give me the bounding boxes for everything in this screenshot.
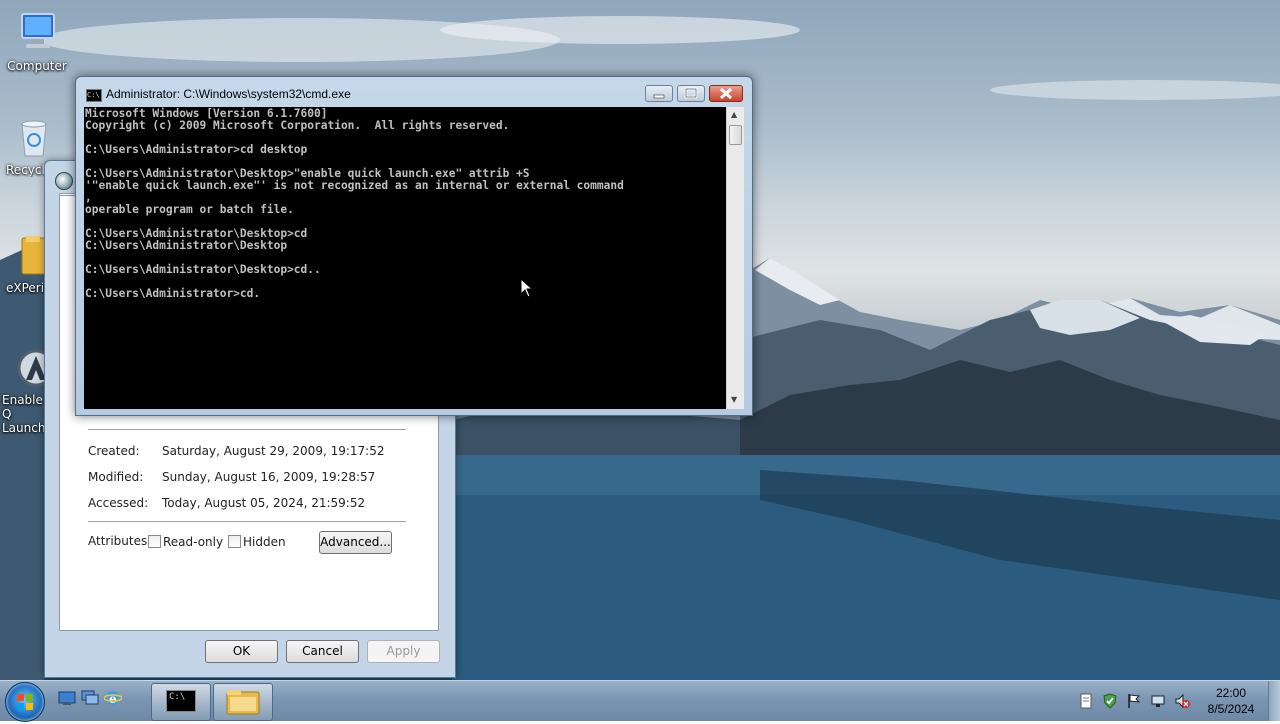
desktop-icon-computer[interactable]: Computer: [0, 8, 74, 73]
desktop-icon-label-line2: Launch: [2, 421, 46, 435]
console-line: '"enable quick launch.exe"' is not recog…: [85, 179, 624, 192]
computer-icon: [0, 8, 74, 57]
readonly-checkbox[interactable]: [148, 535, 161, 548]
notes-tray-icon[interactable]: [1078, 693, 1094, 709]
internet-explorer-icon[interactable]: e: [103, 689, 123, 707]
minimize-button[interactable]: [645, 85, 673, 102]
scroll-up-arrow-icon[interactable]: ▲: [731, 110, 737, 119]
attributes-label: Attributes:: [88, 534, 152, 548]
hidden-checkbox[interactable]: [228, 535, 241, 548]
close-icon: [719, 87, 733, 100]
taskbar-button-cmd[interactable]: C:\: [151, 683, 211, 721]
console-line: Copyright (c) 2009 Microsoft Corporation…: [85, 119, 510, 132]
hidden-label: Hidden: [243, 535, 286, 549]
clock-time: 22:00: [1215, 686, 1247, 700]
modified-label: Modified:: [88, 470, 144, 484]
properties-title-icon: [55, 172, 73, 190]
console-line: C:\Users\Administrator>cd.: [85, 287, 261, 300]
desktop-icon-label: Computer: [7, 59, 67, 73]
taskbar-button-explorer[interactable]: [213, 683, 273, 721]
desktop-icon-recycle-bin[interactable]: Recycle: [0, 118, 50, 177]
divider: [88, 521, 406, 522]
switch-windows-quicklaunch-icon[interactable]: [81, 689, 99, 707]
ok-button[interactable]: OK: [205, 640, 278, 663]
scroll-down-arrow-icon[interactable]: ▼: [731, 395, 737, 404]
cmd-window: C:\ Administrator: C:\Windows\system32\c…: [75, 76, 753, 416]
maximize-button[interactable]: [677, 85, 705, 102]
start-button[interactable]: [5, 682, 45, 722]
system-clock[interactable]: 22:00 8/5/2024: [1196, 685, 1266, 717]
app-logo-icon: [16, 348, 46, 391]
clock-date: 8/5/2024: [1207, 702, 1255, 716]
desktop-icon-enable-quick-launch[interactable]: Enable Q Launch: [0, 348, 46, 435]
console-output[interactable]: Microsoft Windows [Version 6.1.7600] Cop…: [84, 107, 726, 409]
console-line: operable program or batch file.: [85, 203, 294, 216]
console-line: C:\Users\Administrator\Desktop: [85, 239, 288, 252]
accessed-label: Accessed:: [88, 496, 149, 510]
console-line: C:\Users\Administrator>cd desktop: [85, 143, 308, 156]
minimize-icon: [653, 94, 665, 99]
desktop-icon-label: Enable Q: [2, 393, 43, 421]
console-line: C:\Users\Administrator\Desktop>cd..: [85, 263, 321, 276]
apply-button[interactable]: Apply: [367, 640, 440, 663]
folder-icon: [226, 690, 260, 715]
cmd-title-icon: C:\: [86, 89, 102, 102]
action-center-flag-icon[interactable]: [1126, 693, 1142, 709]
desktop: Computer Recycle eXPerie Enable Q Launch…: [0, 0, 1280, 680]
mouse-cursor-icon: [520, 278, 534, 298]
svg-text:e: e: [109, 692, 117, 706]
windows-logo-icon: [17, 694, 33, 710]
volume-muted-icon[interactable]: [1174, 693, 1190, 709]
close-button[interactable]: [709, 85, 743, 102]
created-value: Saturday, August 29, 2009, 19:17:52: [162, 444, 385, 458]
cancel-button[interactable]: Cancel: [286, 640, 359, 663]
show-desktop-button[interactable]: [1268, 681, 1280, 721]
recycle-bin-icon: [16, 118, 50, 161]
show-desktop-quicklaunch-icon[interactable]: [58, 689, 76, 707]
readonly-label: Read-only: [163, 535, 224, 549]
scrollbar-thumb[interactable]: [729, 125, 742, 145]
security-shield-icon[interactable]: [1102, 693, 1118, 709]
desktop-icon-experience[interactable]: eXPerie: [0, 232, 50, 295]
modified-value: Sunday, August 16, 2009, 19:28:57: [162, 470, 376, 484]
network-icon[interactable]: [1150, 693, 1166, 709]
taskbar: e C:\ 22:00 8/5/2024: [0, 680, 1280, 722]
console-scrollbar[interactable]: ▲ ▼: [726, 107, 744, 409]
divider: [88, 429, 406, 430]
accessed-value: Today, August 05, 2024, 21:59:52: [162, 496, 366, 510]
maximize-icon: [684, 87, 698, 99]
created-label: Created:: [88, 444, 140, 458]
cmd-window-title: Administrator: C:\Windows\system32\cmd.e…: [106, 87, 351, 101]
cmd-icon: C:\: [166, 690, 196, 712]
advanced-button[interactable]: Advanced...: [319, 531, 392, 554]
